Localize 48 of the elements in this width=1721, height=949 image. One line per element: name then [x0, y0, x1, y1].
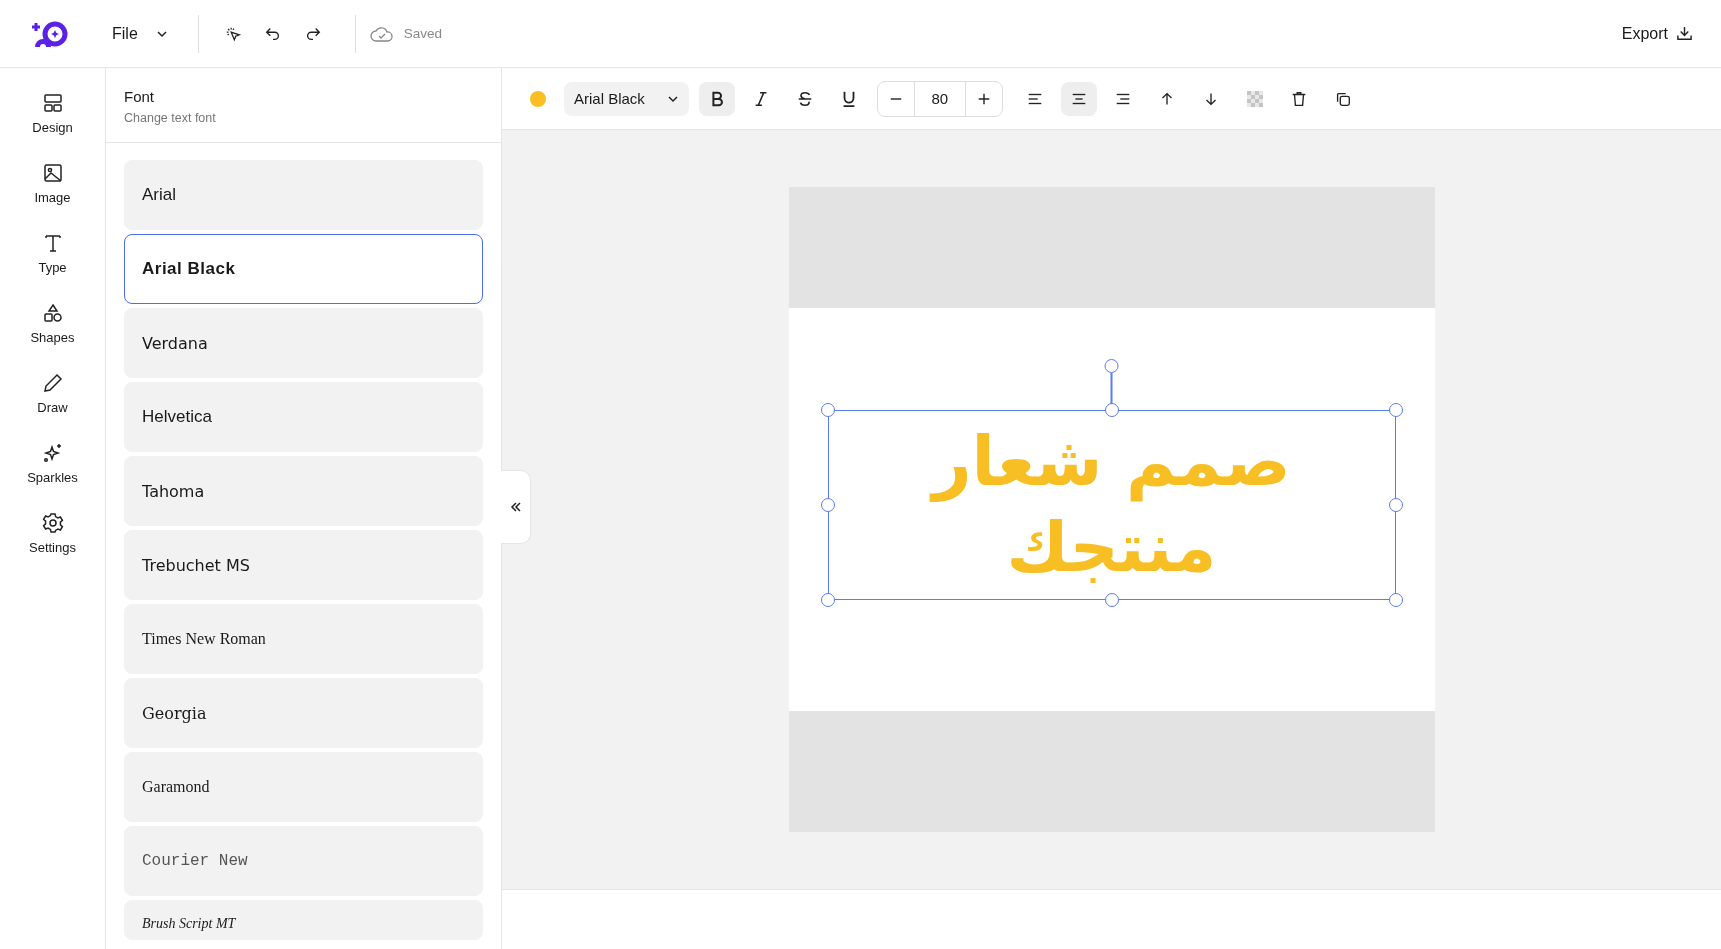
- logo-icon: [32, 20, 68, 47]
- resize-handle[interactable]: [1104, 402, 1119, 417]
- panel-title: Font: [124, 88, 155, 105]
- bold-icon[interactable]: [698, 81, 735, 116]
- resize-handle[interactable]: [1388, 592, 1403, 607]
- download-icon: [1676, 25, 1693, 42]
- shapes-icon: [41, 301, 64, 324]
- sidebar-item[interactable]: Sparkles: [7, 428, 98, 498]
- export-button[interactable]: Export: [1615, 18, 1699, 49]
- resize-handle[interactable]: [820, 402, 835, 417]
- font-size-field[interactable]: 80: [913, 81, 966, 116]
- align-center-icon[interactable]: [1060, 81, 1097, 116]
- save-status: Saved: [403, 26, 443, 41]
- sidebar-item[interactable]: Type: [7, 218, 98, 288]
- font-option[interactable]: Georgia: [124, 678, 483, 748]
- resize-handle[interactable]: [1104, 592, 1119, 607]
- font-option[interactable]: Arial Black: [124, 234, 483, 304]
- sidebar-item[interactable]: Image: [7, 148, 98, 218]
- font-option[interactable]: Verdana: [124, 308, 483, 378]
- font-option[interactable]: Brush Script MT: [124, 900, 483, 940]
- font-option[interactable]: Times New Roman: [124, 604, 483, 674]
- resize-handle[interactable]: [1388, 402, 1403, 417]
- text-color-swatch[interactable]: [530, 90, 546, 107]
- sidebar-item[interactable]: Design: [7, 78, 98, 148]
- sidebar-item[interactable]: Draw: [7, 358, 98, 428]
- sidebar-item[interactable]: Settings: [7, 498, 98, 568]
- panel-subtitle: Change text font: [124, 111, 217, 125]
- resize-handle[interactable]: [820, 497, 835, 512]
- font-option[interactable]: Helvetica: [124, 382, 483, 452]
- sidebar-item[interactable]: Shapes: [7, 288, 98, 358]
- image-icon: [41, 161, 64, 184]
- sparkles-icon: [41, 441, 64, 464]
- font-dropdown[interactable]: Arial Black: [564, 81, 689, 116]
- resize-handle[interactable]: [820, 592, 835, 607]
- font-option[interactable]: Courier New: [124, 826, 483, 896]
- pencil-icon: [41, 371, 64, 394]
- rotate-handle[interactable]: [1104, 358, 1119, 404]
- font-option[interactable]: Trebuchet MS: [124, 530, 483, 600]
- font-option[interactable]: Tahoma: [124, 456, 483, 526]
- settings-icon: [41, 511, 64, 534]
- font-option[interactable]: Garamond: [124, 752, 483, 822]
- double-chevron-left-icon: [508, 500, 523, 514]
- resize-handle[interactable]: [1388, 497, 1403, 512]
- canvas-text: صمم شعار منتجك: [918, 418, 1305, 591]
- font-option[interactable]: Arial: [124, 160, 483, 230]
- layout-icon: [41, 91, 64, 114]
- file-menu[interactable]: File: [112, 18, 176, 49]
- cloud-check-icon: [369, 25, 394, 42]
